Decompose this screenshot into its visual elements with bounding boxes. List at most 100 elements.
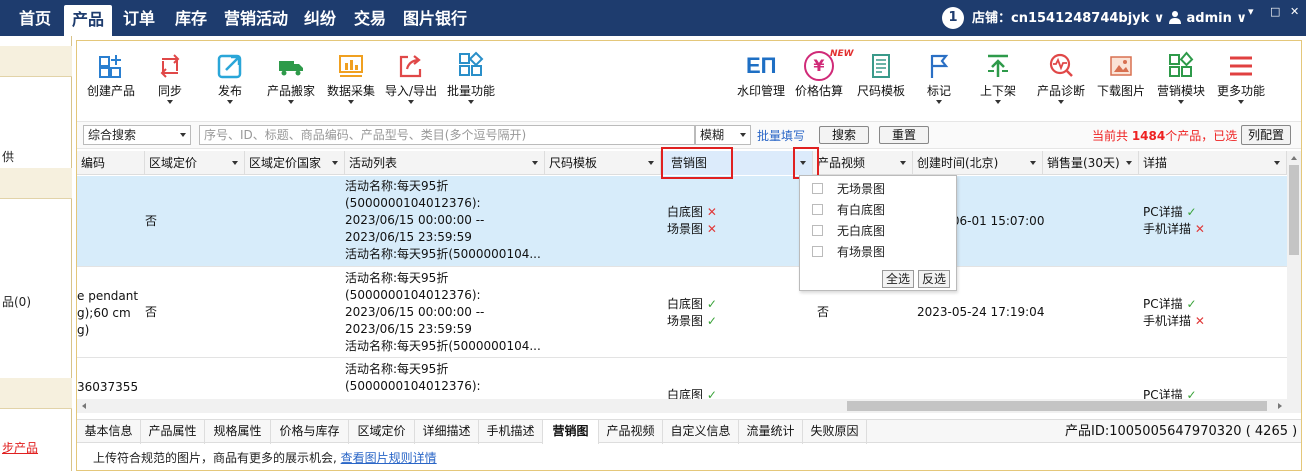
table-row[interactable]: 36037355 活动名称:每天95折 (5000000104012376): … (77, 359, 1287, 399)
column-header-sales[interactable]: 销售量(30天) (1043, 151, 1139, 175)
filter-option[interactable]: 有白底图 (812, 201, 885, 219)
scroll-up-icon[interactable] (1287, 153, 1301, 163)
shop-selector[interactable]: 店铺：cn1541248744bjyk ∨ (972, 0, 1164, 36)
tab-region-price[interactable]: 区域定价 (349, 420, 415, 444)
vertical-scroll-thumb[interactable] (1289, 165, 1299, 255)
scroll-right-icon[interactable] (1275, 399, 1285, 413)
chevron-down-icon (180, 133, 186, 137)
notification-badge[interactable]: 1 (942, 7, 964, 29)
checkbox[interactable] (812, 225, 823, 236)
checkbox[interactable] (812, 204, 823, 215)
nav-disputes[interactable]: 纠纷 (300, 0, 340, 36)
filter-option[interactable]: 无白底图 (812, 222, 885, 240)
tab-failure-reason[interactable]: 失败原因 (803, 420, 867, 444)
download-image-button[interactable]: 下载图片 (1093, 47, 1149, 105)
tab-marketing-image[interactable]: 营销图 (543, 420, 599, 444)
column-filter-icon[interactable] (900, 161, 906, 165)
invert-selection-button[interactable]: 反选 (918, 270, 951, 288)
size-template-button[interactable]: 尺码模板 (853, 47, 909, 105)
search-type-select[interactable]: 综合搜索 (83, 125, 191, 145)
window-close-button[interactable]: ✕ (1290, 5, 1299, 18)
column-header-created[interactable]: 创建时间(北京) (913, 151, 1043, 175)
search-button[interactable]: 搜索 (819, 126, 869, 144)
left-panel-link[interactable]: 步产品 (2, 439, 38, 456)
column-header-video[interactable]: 产品视频 (813, 151, 913, 175)
publish-button[interactable]: 发布 (209, 47, 251, 105)
checkbox[interactable] (812, 183, 823, 194)
nav-home[interactable]: 首页 (10, 0, 60, 36)
column-filter-icon[interactable] (648, 161, 654, 165)
tab-spec-attributes[interactable]: 规格属性 (205, 420, 271, 444)
column-filter-icon[interactable] (1126, 161, 1132, 165)
user-name: admin (1186, 11, 1232, 26)
sync-button[interactable]: 同步 (149, 47, 191, 105)
select-all-button[interactable]: 全选 (882, 270, 915, 288)
import-export-button[interactable]: 导入/导出 (381, 47, 441, 105)
tab-mobile-description[interactable]: 手机描述 (479, 420, 543, 444)
filter-option[interactable]: 无场景图 (812, 180, 885, 198)
shelf-button[interactable]: 上下架 (977, 47, 1019, 105)
nav-orders[interactable]: 订单 (118, 0, 160, 36)
caret-down-icon (1238, 100, 1244, 104)
column-header-region-country[interactable]: 区域定价国家 (245, 151, 345, 175)
search-input[interactable]: 序号、ID、标题、商品编码、产品型号、类目(多个逗号隔开) (199, 125, 695, 145)
tab-basic-info[interactable]: 基本信息 (77, 420, 141, 444)
data-collect-button[interactable]: 数据采集 (323, 47, 379, 105)
scroll-left-icon[interactable] (79, 399, 89, 413)
left-panel-item[interactable]: 品(0) (2, 293, 31, 310)
column-header-code[interactable]: 编码 (77, 151, 145, 175)
left-panel-item[interactable]: 供 (2, 148, 14, 165)
nav-trade[interactable]: 交易 (350, 0, 390, 36)
tab-product-attributes[interactable]: 产品属性 (141, 420, 205, 444)
nav-products[interactable]: 产品 (64, 5, 112, 36)
table-row[interactable]: 否 活动名称:每天95折 (5000000104012376): 2023/06… (77, 176, 1287, 267)
activity-cell: 活动名称:每天95折 (5000000104012376): 2023/06/1… (345, 270, 541, 355)
column-filter-icon[interactable] (1274, 161, 1280, 165)
column-header-region-price[interactable]: 区域定价 (145, 151, 245, 175)
horizontal-scroll-thumb[interactable] (847, 401, 1267, 411)
product-diagnosis-button[interactable]: 产品诊断 (1033, 47, 1089, 105)
column-header-activity[interactable]: 活动列表 (345, 151, 545, 175)
window-maximize-button[interactable]: □ (1270, 5, 1280, 18)
column-config-button[interactable]: 列配置 (1241, 125, 1291, 145)
marketing-module-button[interactable]: 营销模块 (1153, 47, 1209, 105)
column-filter-icon[interactable] (232, 161, 238, 165)
nav-marketing[interactable]: 营销活动 (220, 0, 292, 36)
tab-traffic-stats[interactable]: 流量统计 (739, 420, 803, 444)
tab-detail-description[interactable]: 详细描述 (415, 420, 479, 444)
create-product-button[interactable]: 创建产品 (83, 47, 139, 105)
column-filter-icon[interactable] (1030, 161, 1036, 165)
more-functions-button[interactable]: 更多功能 (1213, 47, 1269, 105)
reset-button[interactable]: 重置 (879, 126, 929, 144)
shop-label: 店铺：cn1541248744bjyk (972, 11, 1150, 26)
mark-button[interactable]: 标记 (919, 47, 959, 105)
table-row[interactable]: e pendant g);60 cm g) 否 活动名称:每天95折 (5000… (77, 268, 1287, 358)
horizontal-scrollbar[interactable] (77, 399, 1287, 413)
image-rules-link[interactable]: 查看图片规则详情 (341, 451, 437, 465)
user-menu[interactable]: admin ∨ (1168, 0, 1247, 36)
watermark-button[interactable]: EΠ 水印管理 (733, 47, 789, 105)
tab-product-video[interactable]: 产品视频 (599, 420, 663, 444)
column-filter-icon[interactable] (332, 161, 338, 165)
filter-option[interactable]: 有场景图 (812, 243, 885, 261)
column-filter-icon[interactable] (532, 161, 538, 165)
product-id-label: 产品ID:1005005647970320 ( 4265 ) (1065, 424, 1298, 439)
product-move-button[interactable]: 产品搬家 (263, 47, 319, 105)
tab-price-stock[interactable]: 价格与库存 (271, 420, 349, 444)
column-title: 产品视频 (817, 156, 866, 170)
chevron-down-icon: ∨ (1236, 11, 1247, 26)
vertical-scrollbar[interactable] (1287, 151, 1301, 413)
tab-custom-info[interactable]: 自定义信息 (663, 420, 739, 444)
batch-function-button[interactable]: 批量功能 (443, 47, 499, 105)
nav-image-bank[interactable]: 图片银行 (398, 0, 472, 36)
batch-fill-link[interactable]: 批量填写 (757, 127, 805, 144)
caret-down-icon (288, 100, 294, 104)
download-image-icon (1110, 56, 1132, 76)
checkbox[interactable] (812, 246, 823, 257)
activity-cell: 活动名称:每天95折 (5000000104012376): 2023/06/1… (345, 178, 541, 263)
column-header-size-template[interactable]: 尺码模板 (545, 151, 661, 175)
window-menu-button[interactable]: ▾ (1248, 5, 1254, 18)
column-header-detail[interactable]: 详描 (1139, 151, 1287, 175)
match-mode-select[interactable]: 模糊 (695, 125, 751, 145)
nav-inventory[interactable]: 库存 (170, 0, 212, 36)
